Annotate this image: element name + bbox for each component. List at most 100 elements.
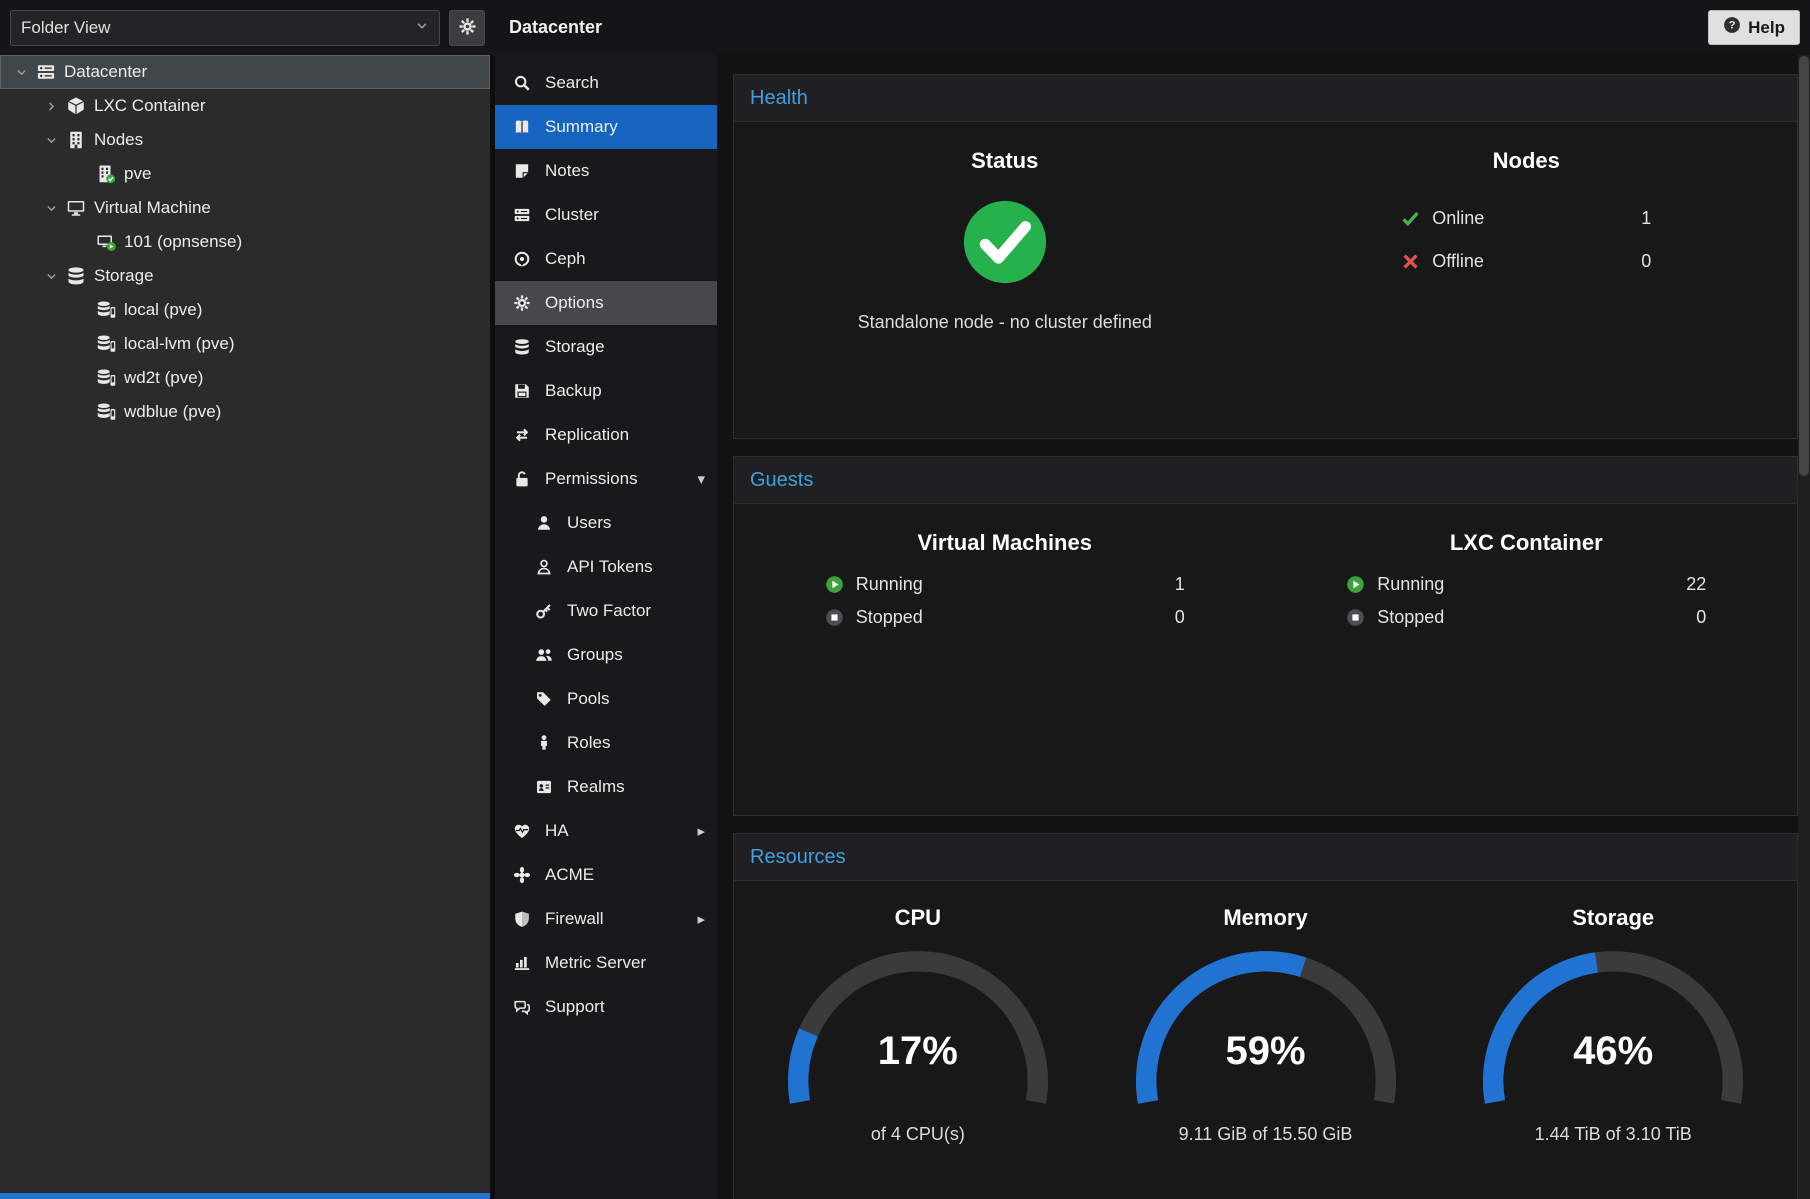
tree-item-wdblue-pve[interactable]: wdblue (pve): [0, 395, 490, 429]
content-scrollbar[interactable]: [1798, 55, 1810, 1199]
menu-item-label: Options: [545, 293, 604, 313]
resources-header: Resources: [734, 834, 1797, 881]
tree-settings-button[interactable]: [449, 10, 485, 46]
menu-item-users[interactable]: Users: [495, 501, 717, 545]
tree-item-label: Virtual Machine: [94, 198, 211, 218]
tree-item-wd2t-pve[interactable]: wd2t (pve): [0, 361, 490, 395]
menu-item-api-tokens[interactable]: API Tokens: [495, 545, 717, 589]
status-ok-circle: [964, 201, 1046, 283]
menu-item-storage[interactable]: Storage: [495, 325, 717, 369]
ceph-icon: [511, 250, 533, 268]
check-icon: [1401, 209, 1423, 228]
help-button[interactable]: ? Help: [1708, 10, 1800, 45]
search-icon: [511, 74, 533, 92]
building-icon: [62, 130, 89, 150]
menu-item-firewall[interactable]: Firewall▸: [495, 897, 717, 941]
menu-item-support[interactable]: Support: [495, 985, 717, 1029]
menu-item-label: Two Factor: [567, 601, 651, 621]
menu-item-acme[interactable]: ACME: [495, 853, 717, 897]
chevron-down-icon[interactable]: [40, 202, 62, 215]
menu-item-label: Notes: [545, 161, 589, 181]
chevron-down-icon[interactable]: [10, 66, 32, 79]
guest-row-value: 22: [1686, 574, 1706, 595]
tree-item-label: local-lvm (pve): [124, 334, 235, 354]
guests-column-heading: LXC Container: [1266, 530, 1788, 556]
gauge-value: 46%: [1463, 1029, 1763, 1074]
menu-item-label: Permissions: [545, 469, 638, 489]
menu-item-roles[interactable]: Roles: [495, 721, 717, 765]
tree-item-local-pve[interactable]: local (pve): [0, 293, 490, 327]
content-area: Health Status Standalone node - no clust…: [717, 55, 1810, 1199]
gauge-storage: Storage 46%1.44 TiB of 3.10 TiB: [1439, 905, 1787, 1199]
scrollbar-thumb[interactable]: [1799, 56, 1809, 476]
nodes-heading: Nodes: [1266, 148, 1788, 174]
help-label: Help: [1748, 18, 1785, 38]
users-icon: [533, 646, 555, 664]
menu-item-pools[interactable]: Pools: [495, 677, 717, 721]
nodes-column: Nodes Online1Offline0: [1266, 148, 1788, 438]
resources-panel: Resources CPU 17%of 4 CPU(s)Memory 59%9.…: [733, 833, 1798, 1199]
health-header: Health: [734, 75, 1797, 122]
cube-icon: [62, 96, 89, 116]
page-title: Datacenter: [509, 17, 602, 38]
menu-item-ha[interactable]: HA▸: [495, 809, 717, 853]
menu-item-groups[interactable]: Groups: [495, 633, 717, 677]
gauge-cpu: CPU 17%of 4 CPU(s): [744, 905, 1092, 1199]
menu-item-metric-server[interactable]: Metric Server: [495, 941, 717, 985]
menu-item-backup[interactable]: Backup: [495, 369, 717, 413]
menu-item-summary[interactable]: Summary: [495, 105, 717, 149]
menu-item-search[interactable]: Search: [495, 61, 717, 105]
health-row-label: Online: [1432, 208, 1484, 229]
chevron-right-icon[interactable]: [40, 100, 62, 113]
database-drive-icon: [92, 300, 119, 320]
menu-item-label: HA: [545, 821, 569, 841]
menu-item-label: API Tokens: [567, 557, 653, 577]
datacenter-menu: SearchSummary Notes ClusterCeph Options Stor…: [495, 55, 717, 1199]
menu-item-notes[interactable]: Notes: [495, 149, 717, 193]
status-heading: Status: [744, 148, 1266, 174]
tree-item-virtual-machine[interactable]: Virtual Machine: [0, 191, 490, 225]
running-icon: [1346, 575, 1368, 594]
tree-item-lxc-container[interactable]: LXC Container: [0, 89, 490, 123]
book-icon: [511, 118, 533, 136]
menu-item-realms[interactable]: Realms: [495, 765, 717, 809]
tree-item-label: 101 (opnsense): [124, 232, 242, 252]
status-column: Status Standalone node - no cluster defi…: [744, 148, 1266, 438]
status-ok-icon: [961, 198, 1049, 286]
menu-item-options[interactable]: Options: [495, 281, 717, 325]
guest-row-label: Stopped: [856, 607, 923, 628]
tree-toolbar: Folder View: [0, 10, 495, 46]
tree-item-label: wdblue (pve): [124, 402, 221, 422]
gear-icon: [458, 17, 477, 39]
menu-item-label: Storage: [545, 337, 605, 357]
menu-item-two-factor[interactable]: Two Factor: [495, 589, 717, 633]
shield-icon: [511, 910, 533, 928]
chevron-down-icon[interactable]: [40, 270, 62, 283]
tree-item-pve[interactable]: pve: [0, 157, 490, 191]
main-area: Datacenter LXC Container Nodes pve Virtual M…: [0, 55, 1810, 1199]
person-icon: [533, 734, 555, 752]
tree-item-storage[interactable]: Storage: [0, 259, 490, 293]
chevron-down-icon[interactable]: [40, 134, 62, 147]
menu-item-cluster[interactable]: Cluster: [495, 193, 717, 237]
guest-row-label: Running: [856, 574, 923, 595]
menu-item-ceph[interactable]: Ceph: [495, 237, 717, 281]
tree-item-local-lvm-pve[interactable]: local-lvm (pve): [0, 327, 490, 361]
health-row-offline: Offline0: [1401, 251, 1651, 272]
tree-item-label: pve: [124, 164, 151, 184]
tree-item-nodes[interactable]: Nodes: [0, 123, 490, 157]
view-mode-select[interactable]: Folder View: [10, 10, 440, 46]
tree-item-label: Datacenter: [64, 62, 147, 82]
status-text: Standalone node - no cluster defined: [744, 312, 1266, 333]
tree-item-datacenter[interactable]: Datacenter: [0, 55, 490, 89]
tree-item-label: Nodes: [94, 130, 143, 150]
desktop-running-icon: [92, 232, 119, 252]
tree-item-101-opnsense[interactable]: 101 (opnsense): [0, 225, 490, 259]
menu-item-replication[interactable]: Replication: [495, 413, 717, 457]
gauge-sublabel: 9.11 GiB of 15.50 GiB: [1092, 1124, 1440, 1145]
menu-item-permissions[interactable]: Permissions▾: [495, 457, 717, 501]
tree-item-label: wd2t (pve): [124, 368, 203, 388]
chevron-down-icon: [415, 18, 429, 38]
menu-item-label: Realms: [567, 777, 625, 797]
bottom-splitter[interactable]: [0, 1193, 490, 1199]
